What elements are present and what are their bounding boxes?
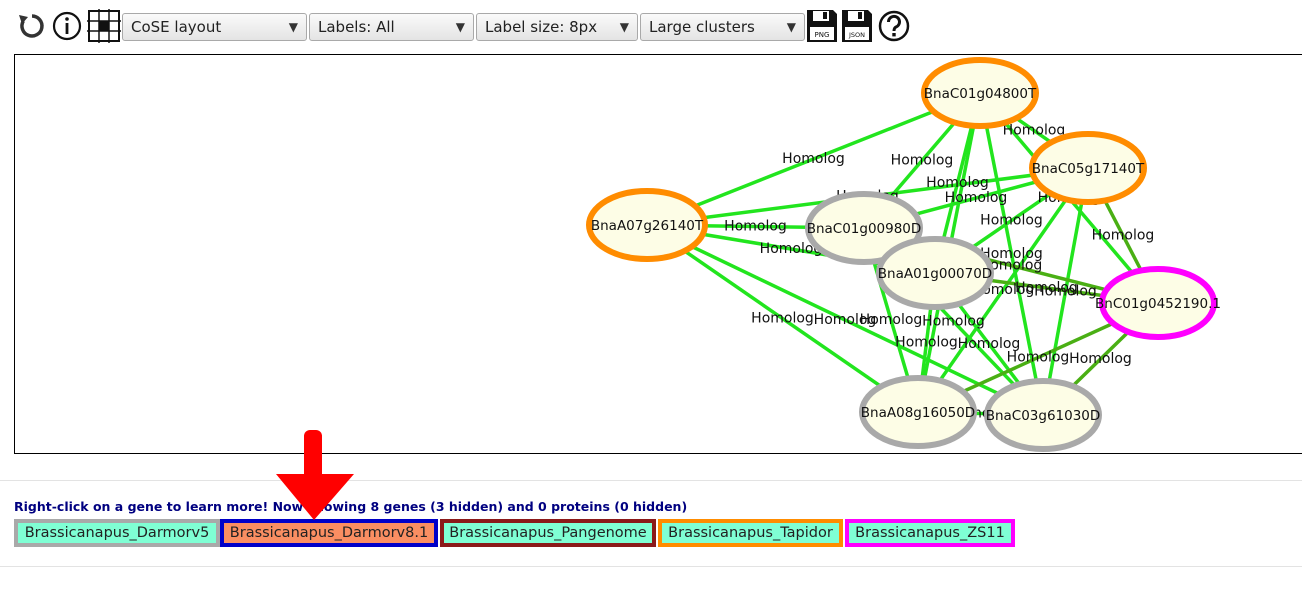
gene-node-label: BnaC01g00980D [807, 221, 922, 237]
legend-item-label: Brassicanapus_Darmorv5 [24, 525, 210, 541]
gene-node-label: BnC01g0452190.1 [1095, 296, 1221, 312]
gene-node[interactable]: BnaC05g17140T [1029, 131, 1147, 205]
edge-label: Homolog [891, 153, 954, 169]
edge-label: Homolog [1069, 351, 1132, 367]
gene-node[interactable]: BnaC03g61030D [984, 378, 1102, 452]
gene-node[interactable]: BnaA01g00070D [876, 236, 994, 310]
chevron-down-icon: ▼ [619, 20, 629, 34]
layout-select-value: CoSE layout [131, 18, 222, 36]
edge-label: Homolog [724, 219, 787, 235]
network-graph-svg[interactable]: HomologHomologHomologHomolog HomologHomol… [15, 55, 1302, 453]
edge-label: Homolog [751, 311, 814, 327]
edge-label: Homolog [926, 175, 989, 191]
edge-label: Homolog [945, 190, 1008, 206]
chevron-down-icon: ▼ [786, 20, 796, 34]
divider [0, 566, 1302, 567]
clusters-select-value: Large clusters [649, 18, 755, 36]
info-icon[interactable] [50, 8, 84, 44]
legend-item-label: Brassicanapus_Tapidor [668, 525, 833, 541]
labels-select-value: Labels: All [318, 18, 395, 36]
edge-label: Homolog [1015, 280, 1078, 296]
legend-item-label: Brassicanapus_Darmorv8.1 [229, 525, 429, 541]
chevron-down-icon: ▼ [455, 20, 465, 34]
legend-item[interactable]: Brassicanapus_Pangenome [440, 519, 656, 547]
save-json-button[interactable]: JSON [840, 8, 874, 44]
gene-node-label: BnaC05g17140T [1032, 161, 1145, 177]
layout-select[interactable]: CoSE layout ▼ [122, 13, 307, 41]
edge-label: Homolog [860, 312, 923, 328]
edge-label: Homolog [782, 151, 845, 167]
gene-node[interactable]: BnaA08g16050D [859, 375, 977, 449]
clusters-select[interactable]: Large clusters ▼ [640, 13, 805, 41]
legend-item[interactable]: Brassicanapus_ZS11 [845, 519, 1015, 547]
gene-node-label: BnaA07g26140T [591, 218, 704, 234]
legend-item[interactable]: Brassicanapus_Tapidor [658, 519, 843, 547]
gene-node-label: BnaA01g00070D [878, 266, 992, 282]
network-graph[interactable]: Homolog Homolog Homolog Homolog Homolog Homol… [14, 54, 1302, 454]
gene-node-label: BnaA08g16050D [861, 405, 975, 421]
gene-node[interactable]: BnC01g0452190.1 [1095, 266, 1221, 340]
gene-node[interactable]: BnaA07g26140T [586, 188, 708, 262]
label-size-select-value: Label size: 8px [485, 18, 598, 36]
red-arrow-annotation [276, 430, 354, 520]
toolbar: CoSE layout ▼ Labels: All ▼ Label size: … [0, 0, 1302, 54]
save-png-button[interactable]: PNG [805, 8, 839, 44]
gene-node-label: BnaC03g61030D [986, 408, 1101, 424]
divider [0, 480, 1302, 481]
help-icon[interactable] [877, 8, 911, 44]
legend-item-label: Brassicanapus_ZS11 [855, 525, 1005, 541]
gene-node-label: BnaC01g04800T [924, 86, 1037, 102]
edge-label: Homolog [980, 213, 1043, 229]
save-json-label: JSON [848, 31, 865, 39]
edge-label: Homolog [1003, 123, 1066, 139]
chevron-down-icon: ▼ [288, 20, 298, 34]
legend-item[interactable]: Brassicanapus_Darmorv5 [14, 519, 220, 547]
edge-label: Homolog [1092, 228, 1155, 244]
reset-icon[interactable] [15, 8, 49, 44]
edge-label: Homolog [1007, 350, 1070, 366]
edge-label: Homolog [922, 314, 985, 330]
labels-select[interactable]: Labels: All ▼ [309, 13, 474, 41]
grid-icon[interactable] [87, 8, 121, 44]
label-size-select[interactable]: Label size: 8px ▼ [476, 13, 638, 41]
gene-node[interactable]: BnaC01g04800T [921, 57, 1039, 129]
save-png-label: PNG [815, 31, 830, 39]
legend-item-label: Brassicanapus_Pangenome [449, 525, 647, 541]
edge-label: Homolog [895, 335, 958, 351]
